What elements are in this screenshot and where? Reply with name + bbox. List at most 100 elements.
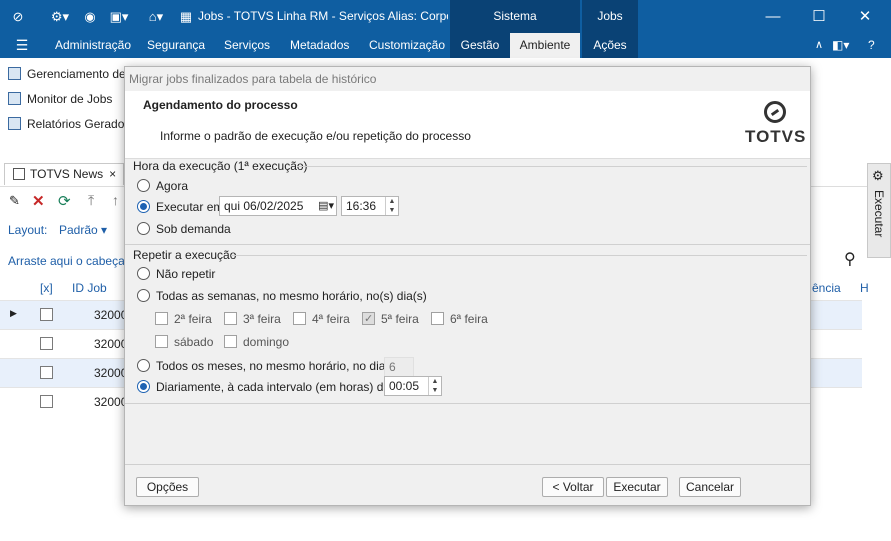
radio-circle[interactable]	[137, 179, 150, 192]
menu-administracao[interactable]: Administração	[55, 33, 131, 58]
radio-label: Diariamente, à cada intervalo (em horas)…	[156, 380, 391, 394]
move-top-icon[interactable]: ⤒	[88, 192, 94, 209]
day-checkbox-2a[interactable]: 2ª feira	[155, 311, 212, 327]
interval-stepper[interactable]: 00:05 ▲ ▼	[384, 376, 442, 396]
network-menu-icon[interactable]: ⚙▾	[46, 8, 74, 26]
repeat-section-title: Repetir a execução	[133, 248, 237, 262]
row-checkbox[interactable]	[40, 337, 53, 350]
menu-bar: ☰ Administração Segurança Serviços Metad…	[0, 33, 891, 58]
checkbox[interactable]	[431, 312, 444, 325]
context-tab-jobs[interactable]: Jobs	[582, 0, 638, 33]
menu-servicos[interactable]: Serviços	[224, 33, 270, 58]
menu-toggle-icon[interactable]: ☰	[10, 33, 34, 58]
radio-mensal[interactable]: Todos os meses, no mesmo horário, no dia	[137, 358, 385, 374]
day-checkbox-domingo[interactable]: domingo	[224, 334, 289, 350]
nav-monitor-jobs[interactable]: Monitor de Jobs	[8, 89, 112, 109]
back-button[interactable]: < Voltar	[542, 477, 604, 497]
day-checkbox-4a[interactable]: 4ª feira	[293, 311, 350, 327]
refresh-icon[interactable]: ⟳	[58, 192, 71, 210]
window-menu-icon[interactable]: ▣▾	[106, 8, 132, 26]
nav-relatorios-gerados[interactable]: Relatórios Gerados	[8, 114, 130, 134]
radio-circle[interactable]	[137, 267, 150, 280]
date-picker[interactable]: qui 06/02/2025 ▤▾	[219, 196, 337, 216]
tab-totvs-news[interactable]: TOTVS News ×	[4, 163, 124, 185]
search-icon[interactable]: ⚲	[844, 249, 856, 269]
radio-circle-selected[interactable]	[137, 200, 150, 213]
cell-id: 32000	[94, 308, 128, 322]
checkbox[interactable]	[224, 335, 237, 348]
radio-circle[interactable]	[137, 289, 150, 302]
day-label: domingo	[243, 335, 290, 349]
date-value: qui 06/02/2025	[224, 199, 304, 213]
close-tab-icon[interactable]: ×	[109, 167, 116, 181]
edit-icon[interactable]: ✎	[9, 193, 20, 209]
radio-label: Executar em	[156, 200, 224, 214]
close-window-button[interactable]: ✕	[842, 0, 888, 33]
menu-metadados[interactable]: Metadados	[290, 33, 349, 58]
day-checkbox-6a[interactable]: 6ª feira	[431, 311, 488, 327]
cancel-button[interactable]: Cancelar	[679, 477, 741, 497]
col-check[interactable]: [x]	[40, 276, 53, 300]
checkbox[interactable]	[224, 312, 237, 325]
radio-nao-repetir[interactable]: Não repetir	[137, 266, 215, 282]
row-checkbox[interactable]	[40, 395, 53, 408]
schedule-dialog: Migrar jobs finalizados para tabela de h…	[124, 66, 811, 506]
group-hint: Arraste aqui o cabeçalho	[8, 254, 141, 268]
checkbox-checked[interactable]	[362, 311, 375, 327]
month-day-field[interactable]: 6	[384, 357, 414, 377]
col-frequencia[interactable]: ência	[812, 276, 841, 300]
menu-gestao[interactable]: Gestão	[450, 33, 510, 58]
section-divider	[297, 166, 807, 167]
nav-label: Monitor de Jobs	[27, 92, 113, 106]
dialog-footer-divider	[125, 464, 810, 465]
day-checkbox-sabado[interactable]: sábado	[155, 334, 213, 350]
sistema-label: Sistema	[493, 9, 537, 23]
radio-circle-selected[interactable]	[137, 380, 150, 393]
radio-executar-em[interactable]: Executar em	[137, 199, 223, 215]
view-icon[interactable]: ◉	[80, 8, 100, 26]
collapse-ribbon-icon[interactable]: ∧	[815, 33, 823, 58]
day-checkbox-3a[interactable]: 3ª feira	[224, 311, 281, 327]
radio-semanal[interactable]: Todas as semanas, no mesmo horário, no(s…	[137, 288, 427, 304]
time-stepper[interactable]: 16:36 ▲ ▼	[341, 196, 399, 216]
interval-value: 00:05	[389, 379, 420, 393]
context-tab-sistema[interactable]: Sistema	[450, 0, 580, 33]
options-button[interactable]: Opções	[136, 477, 199, 497]
maximize-button[interactable]: ☐	[796, 0, 842, 33]
home-icon[interactable]: ⌂▾	[142, 8, 170, 26]
menu-acoes[interactable]: Ações	[582, 33, 638, 58]
checkbox[interactable]	[293, 312, 306, 325]
radio-agora[interactable]: Agora	[137, 178, 188, 194]
totvs-logo-icon	[764, 101, 786, 123]
checkbox[interactable]	[155, 335, 168, 348]
layout-icon[interactable]: ◧▾	[832, 33, 849, 58]
radio-diariamente[interactable]: Diariamente, à cada intervalo (em horas)…	[137, 379, 390, 395]
execute-button[interactable]: Executar	[606, 477, 668, 497]
menu-seguranca[interactable]: Segurança	[147, 33, 205, 58]
layout-select[interactable]: Padrão ▾	[59, 223, 107, 237]
radio-circle[interactable]	[137, 222, 150, 235]
dialog-header: Agendamento do processo Informe o padrão…	[125, 91, 810, 159]
checkbox[interactable]	[155, 312, 168, 325]
app-logo-icon[interactable]: ⊘	[8, 8, 28, 26]
menu-customizacao[interactable]: Customização	[369, 33, 445, 58]
help-icon[interactable]: ?	[868, 33, 875, 58]
section-divider	[125, 244, 810, 245]
day-checkbox-5a[interactable]: 5ª feira	[362, 311, 419, 327]
spinner-icon[interactable]: ▲ ▼	[385, 197, 398, 215]
radio-circle[interactable]	[137, 359, 150, 372]
minimize-button[interactable]: —	[750, 0, 796, 33]
row-checkbox[interactable]	[40, 366, 53, 379]
delete-icon[interactable]: ✕	[32, 192, 45, 210]
col-id-job[interactable]: ID Job	[72, 276, 107, 300]
col-h[interactable]: H	[860, 276, 869, 300]
calendar-dropdown-icon[interactable]: ▤▾	[318, 197, 334, 215]
spinner-icon[interactable]: ▲ ▼	[428, 377, 441, 395]
radio-label: Não repetir	[156, 267, 216, 281]
radio-sob-demanda[interactable]: Sob demanda	[137, 221, 231, 237]
menu-ambiente[interactable]: Ambiente	[510, 33, 580, 58]
day-label: 4ª feira	[312, 312, 350, 326]
row-checkbox[interactable]	[40, 308, 53, 321]
move-up-icon[interactable]: ↑	[112, 192, 119, 208]
executar-side-tab[interactable]: ⚙ Executar	[867, 163, 891, 258]
